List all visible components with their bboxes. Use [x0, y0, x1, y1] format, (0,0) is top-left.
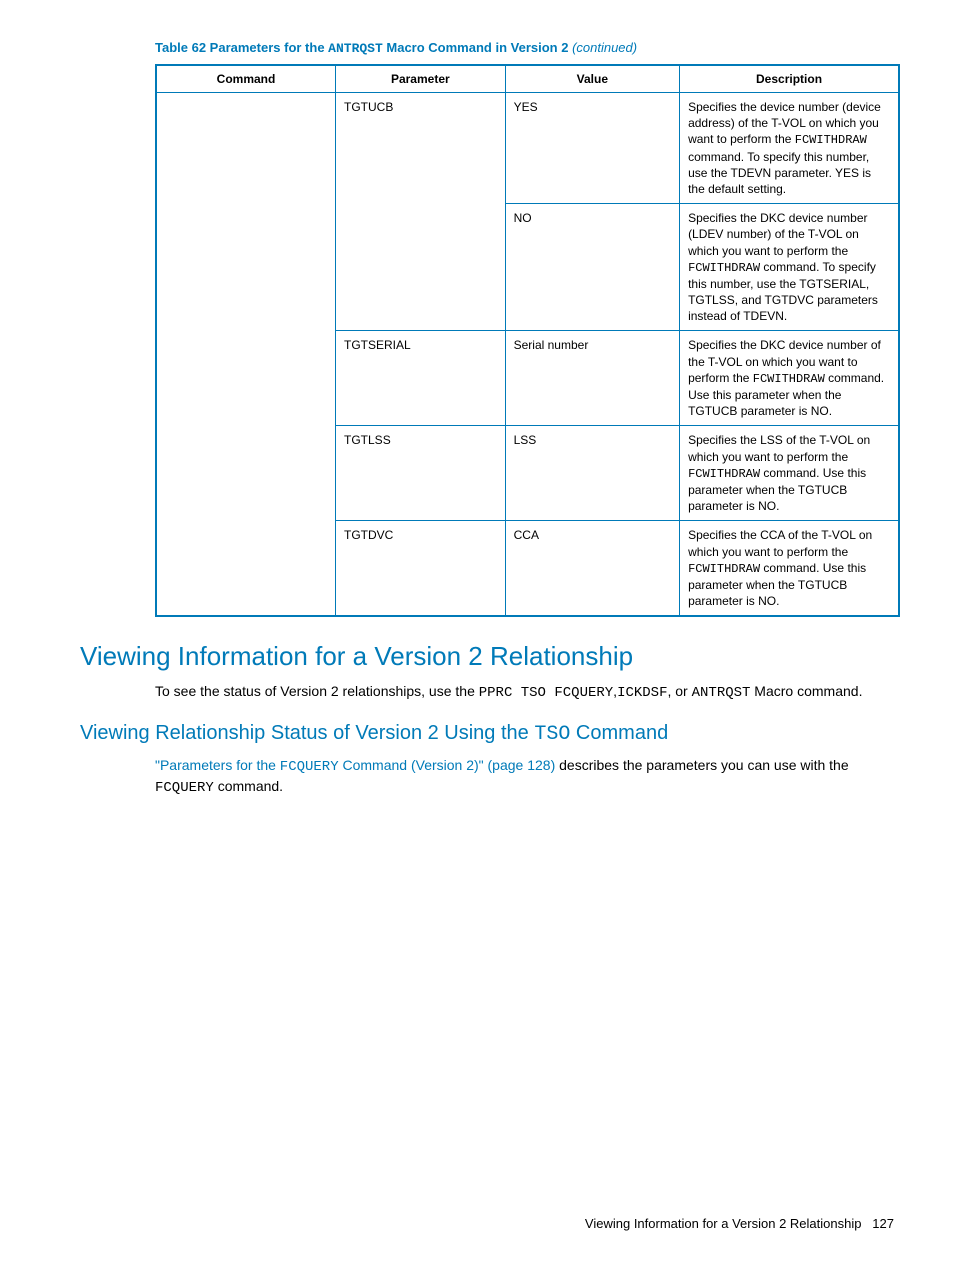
th-value: Value: [505, 65, 679, 93]
cell-parameter: TGTDVC: [336, 521, 506, 616]
desc-text: Specifies the LSS of the T-VOL on which …: [688, 433, 870, 463]
footer-section-title: Viewing Information for a Version 2 Rela…: [585, 1216, 862, 1231]
caption-prefix: Table 62 Parameters for the: [155, 40, 328, 55]
para-text: command.: [214, 778, 283, 794]
body-paragraph: To see the status of Version 2 relations…: [155, 682, 894, 704]
cell-description: Specifies the DKC device number (LDEV nu…: [680, 204, 899, 331]
cell-parameter: TGTLSS: [336, 426, 506, 521]
table-row: TGTUCB YES Specifies the device number (…: [156, 93, 899, 204]
desc-text: command. To specify this number, use the…: [688, 150, 871, 196]
link-code: FCQUERY: [280, 759, 339, 775]
heading-text: Command: [570, 722, 668, 744]
cell-parameter: TGTUCB: [336, 93, 506, 331]
cell-command: [156, 93, 336, 617]
cell-value: CCA: [505, 521, 679, 616]
parameters-table: Command Parameter Value Description TGTU…: [155, 64, 900, 617]
para-code: ANTRQST: [692, 685, 751, 701]
th-parameter: Parameter: [336, 65, 506, 93]
caption-code: ANTRQST: [328, 41, 383, 56]
cell-description: Specifies the device number (device addr…: [680, 93, 899, 204]
desc-code: FCWITHDRAW: [753, 372, 825, 386]
para-text: Macro command.: [750, 683, 862, 699]
para-text: To see the status of Version 2 relations…: [155, 683, 479, 699]
para-code: PPRC TSO FCQUERY: [479, 685, 613, 701]
desc-code: FCWITHDRAW: [688, 562, 760, 576]
cell-value: LSS: [505, 426, 679, 521]
page-footer: Viewing Information for a Version 2 Rela…: [585, 1216, 894, 1231]
cell-description: Specifies the CCA of the T-VOL on which …: [680, 521, 899, 616]
heading-text: Viewing Relationship Status of Version 2…: [80, 722, 534, 744]
footer-page-number: 127: [872, 1216, 894, 1231]
caption-suffix: Macro Command in Version 2: [383, 40, 572, 55]
cell-description: Specifies the DKC device number of the T…: [680, 331, 899, 426]
table-caption: Table 62 Parameters for the ANTRQST Macr…: [155, 40, 894, 56]
desc-code: FCWITHDRAW: [688, 467, 760, 481]
cell-value: YES: [505, 93, 679, 204]
table-header-row: Command Parameter Value Description: [156, 65, 899, 93]
desc-code: FCWITHDRAW: [688, 261, 760, 275]
para-code: ICKDSF: [617, 685, 667, 701]
body-paragraph: "Parameters for the FCQUERY Command (Ver…: [155, 756, 894, 799]
section-heading: Viewing Information for a Version 2 Rela…: [80, 641, 894, 672]
cell-description: Specifies the LSS of the T-VOL on which …: [680, 426, 899, 521]
link-text: "Parameters for the: [155, 757, 280, 773]
para-code: FCQUERY: [155, 780, 214, 796]
link-text: Command (Version 2)" (page 128): [339, 757, 556, 773]
cell-value: NO: [505, 204, 679, 331]
desc-text: Specifies the DKC device number (LDEV nu…: [688, 211, 867, 257]
cross-reference-link[interactable]: "Parameters for the FCQUERY Command (Ver…: [155, 757, 555, 773]
th-command: Command: [156, 65, 336, 93]
caption-continued: (continued): [572, 40, 637, 55]
desc-text: Specifies the CCA of the T-VOL on which …: [688, 528, 872, 558]
desc-code: FCWITHDRAW: [795, 133, 867, 147]
th-description: Description: [680, 65, 899, 93]
para-text: describes the parameters you can use wit…: [555, 757, 848, 773]
para-text: , or: [667, 683, 691, 699]
cell-value: Serial number: [505, 331, 679, 426]
cell-parameter: TGTSERIAL: [336, 331, 506, 426]
heading-code: TSO: [534, 723, 570, 746]
subsection-heading: Viewing Relationship Status of Version 2…: [80, 722, 894, 746]
